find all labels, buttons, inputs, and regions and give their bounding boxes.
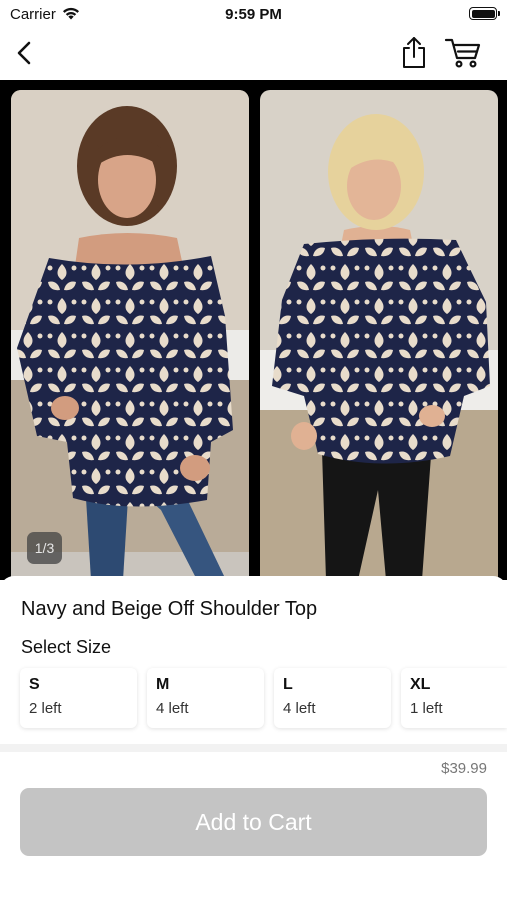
size-code: S [29,676,40,693]
page-indicator: 1/3 [27,532,62,564]
cart-button[interactable] [444,36,482,70]
battery-icon [469,7,500,20]
size-code: M [156,676,170,693]
size-option-l[interactable]: L 4 left [274,668,391,728]
clock: 9:59 PM [225,6,282,23]
add-to-cart-button[interactable]: Add to Cart [20,788,487,856]
cart-icon [444,38,481,68]
size-stock: 1 left [410,700,443,717]
product-photo[interactable] [260,90,498,580]
size-option-m[interactable]: M 4 left [147,668,264,728]
size-option-xl[interactable]: XL 1 left [401,668,507,728]
share-icon [403,37,425,68]
product-title: Navy and Beige Off Shoulder Top [21,598,318,620]
product-details-sheet: Navy and Beige Off Shoulder Top Select S… [0,576,507,900]
size-code: L [283,676,293,693]
product-image-gallery[interactable]: 1/3 [0,80,507,580]
size-stock: 4 left [156,700,189,717]
navigation-bar [0,30,507,80]
back-button[interactable] [12,38,42,68]
section-divider [0,744,507,752]
share-button[interactable] [400,36,428,70]
size-stock: 2 left [29,700,62,717]
size-heading: Select Size [21,637,112,657]
price-label: $39.99 [441,760,487,777]
size-selector: S 2 left M 4 left L 4 left XL 1 left [20,668,507,728]
size-stock: 4 left [283,700,316,717]
product-photo[interactable]: 1/3 [11,90,249,580]
size-code: XL [410,676,431,693]
status-bar: Carrier 9:59 PM [0,0,507,30]
chevron-left-icon [17,41,31,65]
size-option-s[interactable]: S 2 left [20,668,137,728]
